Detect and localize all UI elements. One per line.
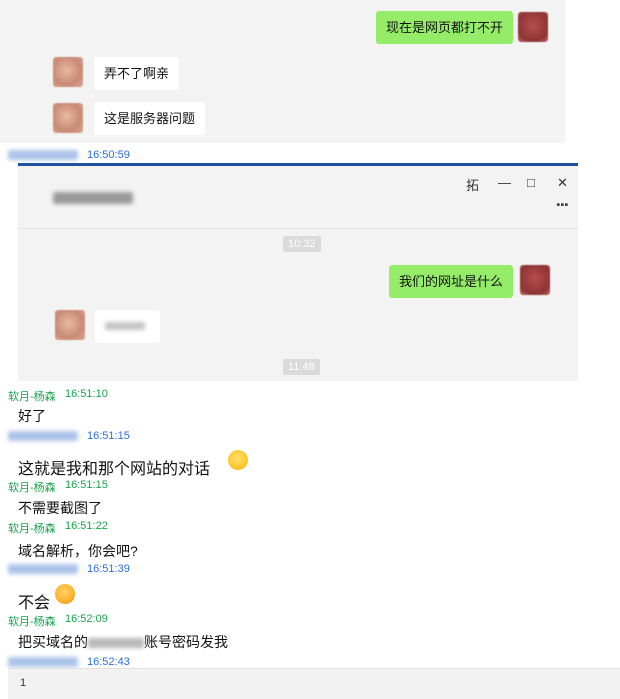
avatar bbox=[55, 310, 85, 340]
sender-name-redacted bbox=[8, 150, 78, 160]
scared-emoji-icon bbox=[55, 584, 75, 604]
message-text: 好了 bbox=[18, 408, 46, 424]
chat-title-redacted bbox=[53, 192, 133, 204]
chat-screenshot-2: 拓 — □ ✕ ⋮ 10:32 我们的网址是什么 11:48 bbox=[18, 166, 578, 381]
chat-window-titlebar: 拓 — □ ✕ ⋮ bbox=[18, 166, 578, 229]
chat-timestamp: 11:48 bbox=[283, 359, 320, 375]
message-time: 16:51:15 bbox=[87, 430, 130, 442]
avatar bbox=[520, 265, 550, 295]
sender-name-redacted bbox=[8, 564, 78, 574]
message-time: 16:50:59 bbox=[87, 149, 130, 161]
message-time: 16:51:10 bbox=[65, 388, 108, 400]
message-text: 这就是我和那个网站的对话 bbox=[18, 461, 211, 478]
message-text: 域名解析，你会吧? bbox=[18, 543, 138, 559]
close-icon[interactable]: ✕ bbox=[557, 175, 568, 191]
sender-name: 软月-杨森 bbox=[8, 616, 56, 628]
message-bubble-sent: 我们的网址是什么 bbox=[389, 265, 514, 298]
chat-timestamp: 10:32 bbox=[283, 236, 321, 252]
message-input[interactable]: 1 bbox=[8, 668, 620, 699]
minimize-icon[interactable]: — bbox=[498, 175, 511, 190]
message-time: 16:52:09 bbox=[65, 613, 108, 625]
message-text-redacted bbox=[105, 322, 145, 330]
message-time: 16:51:15 bbox=[65, 479, 108, 491]
message-time: 16:52:43 bbox=[87, 656, 130, 668]
sender-name: 软月-杨森 bbox=[8, 482, 56, 494]
message-text-part: 账号密码发我 bbox=[144, 634, 228, 650]
message-time: 16:51:22 bbox=[65, 520, 108, 532]
avatar bbox=[53, 103, 83, 133]
sender-name-redacted bbox=[8, 431, 78, 441]
message-bubble-received: 这是服务器问题 bbox=[94, 102, 206, 135]
pin-icon[interactable]: 拓 bbox=[466, 175, 479, 194]
grin-emoji-icon bbox=[228, 450, 248, 470]
maximize-icon[interactable]: □ bbox=[527, 175, 535, 190]
sender-name-redacted bbox=[8, 657, 78, 667]
more-icon[interactable]: ⋮ bbox=[554, 198, 571, 212]
sender-name: 软月-杨森 bbox=[8, 523, 56, 535]
message-text-part: 把买域名的 bbox=[18, 634, 88, 650]
avatar bbox=[518, 12, 548, 42]
message-bubble-sent: 现在是网页都打不开 bbox=[376, 11, 514, 44]
message-text: 不会 bbox=[18, 595, 51, 612]
message-text: 把买域名的 账号密码发我 bbox=[18, 632, 228, 652]
redacted-word bbox=[88, 638, 144, 649]
message-text: 不需要截图了 bbox=[18, 500, 102, 516]
message-bubble-received bbox=[95, 310, 160, 343]
input-value: 1 bbox=[20, 677, 27, 689]
message-bubble-received: 弄不了啊亲 bbox=[94, 57, 180, 90]
message-time: 16:51:39 bbox=[87, 563, 130, 575]
sender-name: 软月-杨森 bbox=[8, 391, 56, 403]
chat-screenshot-1: 现在是网页都打不开 弄不了啊亲 这是服务器问题 bbox=[0, 0, 565, 143]
avatar bbox=[53, 57, 83, 87]
